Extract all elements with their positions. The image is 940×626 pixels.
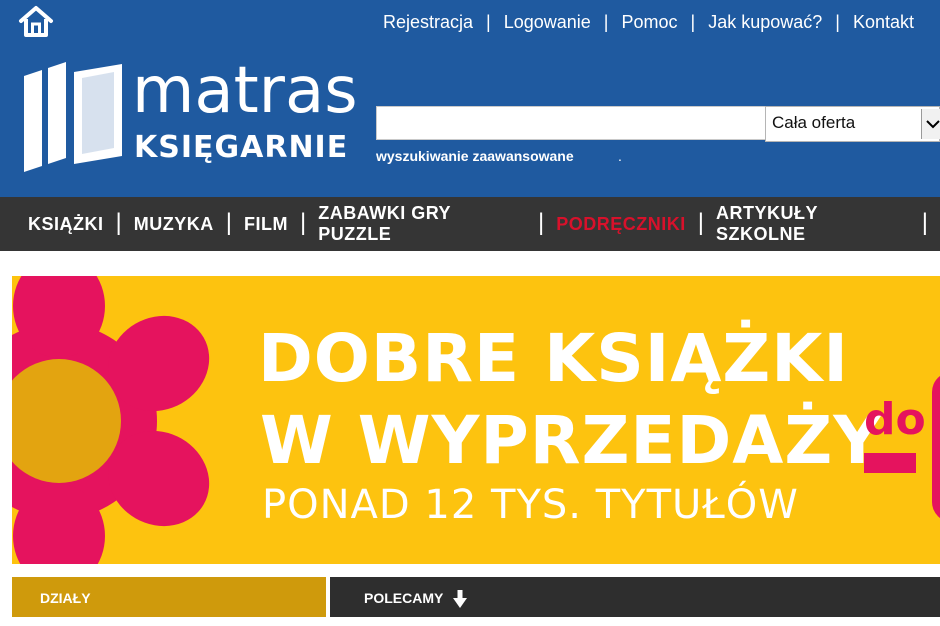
arrow-down-icon <box>453 590 468 608</box>
nav-item-music[interactable]: MUZYKA <box>134 214 214 235</box>
nav-item-books[interactable]: KSIĄŻKI <box>28 214 104 235</box>
banner-headline-line2: W WYPRZEDAŻY <box>260 402 883 479</box>
books-logo-icon <box>24 62 122 172</box>
nav-separator: | <box>225 209 232 236</box>
top-links: Rejestracja | Logowanie | Pomoc | Jak ku… <box>383 12 914 33</box>
recommended-tab[interactable]: POLECAMY <box>330 577 940 617</box>
home-button[interactable] <box>18 4 54 38</box>
logo-subtitle: KSIĘGARNIE <box>134 130 349 165</box>
banner-subheadline: PONAD 12 TYS. TYTUŁÓW <box>262 482 799 528</box>
top-link-separator: | <box>486 12 491 32</box>
matras-logo[interactable]: matras KSIĘGARNIE <box>22 54 358 178</box>
top-link-separator: | <box>835 12 840 32</box>
chevron-down-icon <box>921 109 940 139</box>
nav-item-textbooks[interactable]: PODRĘCZNIKI <box>556 214 686 235</box>
logo-wordmark: matras <box>132 54 358 128</box>
nav-separator: | <box>538 209 545 236</box>
search-input[interactable] <box>376 106 768 140</box>
nav-separator: | <box>921 209 928 236</box>
nav-separator: | <box>697 209 705 236</box>
advanced-search-link[interactable]: wyszukiwanie zaawansowane <box>376 148 574 164</box>
site-header: Rejestracja | Logowanie | Pomoc | Jak ku… <box>0 0 940 197</box>
banner-headline-line1: DOBRE KSIĄŻKI <box>258 320 849 397</box>
search-category-select[interactable]: Cała oferta <box>765 106 940 142</box>
promo-banner[interactable]: DOBRE KSIĄŻKI W WYPRZEDAŻY PONAD 12 TYS.… <box>12 276 940 564</box>
nav-item-toys-games-puzzles[interactable]: ZABAWKI GRY PUZZLE <box>318 203 526 245</box>
banner-side-bar <box>864 453 916 473</box>
nav-separator: | <box>299 209 307 236</box>
home-icon <box>19 6 53 37</box>
sections-tab[interactable]: DZIAŁY <box>12 577 326 617</box>
main-navigation: KSIĄŻKI | MUZYKA | FILM | ZABAWKI GRY PU… <box>0 197 940 251</box>
nav-item-school-supplies[interactable]: ARTYKUŁY SZKOLNE <box>716 203 910 245</box>
flower-graphic-icon <box>12 276 210 564</box>
nav-item-film[interactable]: FILM <box>244 214 288 235</box>
top-link-separator: | <box>690 12 696 32</box>
recommended-tab-label: POLECAMY <box>364 590 444 606</box>
help-link[interactable]: Pomoc <box>621 12 677 33</box>
contact-link[interactable]: Kontakt <box>853 12 914 33</box>
top-link-separator: | <box>603 12 609 32</box>
banner-side-arc <box>932 372 940 522</box>
register-link[interactable]: Rejestracja <box>383 12 473 33</box>
advanced-search-dot: . <box>618 148 622 164</box>
nav-separator: | <box>115 209 122 236</box>
banner-side-text: do <box>864 394 926 445</box>
login-link[interactable]: Logowanie <box>504 12 591 33</box>
how-to-buy-link[interactable]: Jak kupować? <box>708 12 822 33</box>
search-category-value: Cała oferta <box>772 113 856 132</box>
